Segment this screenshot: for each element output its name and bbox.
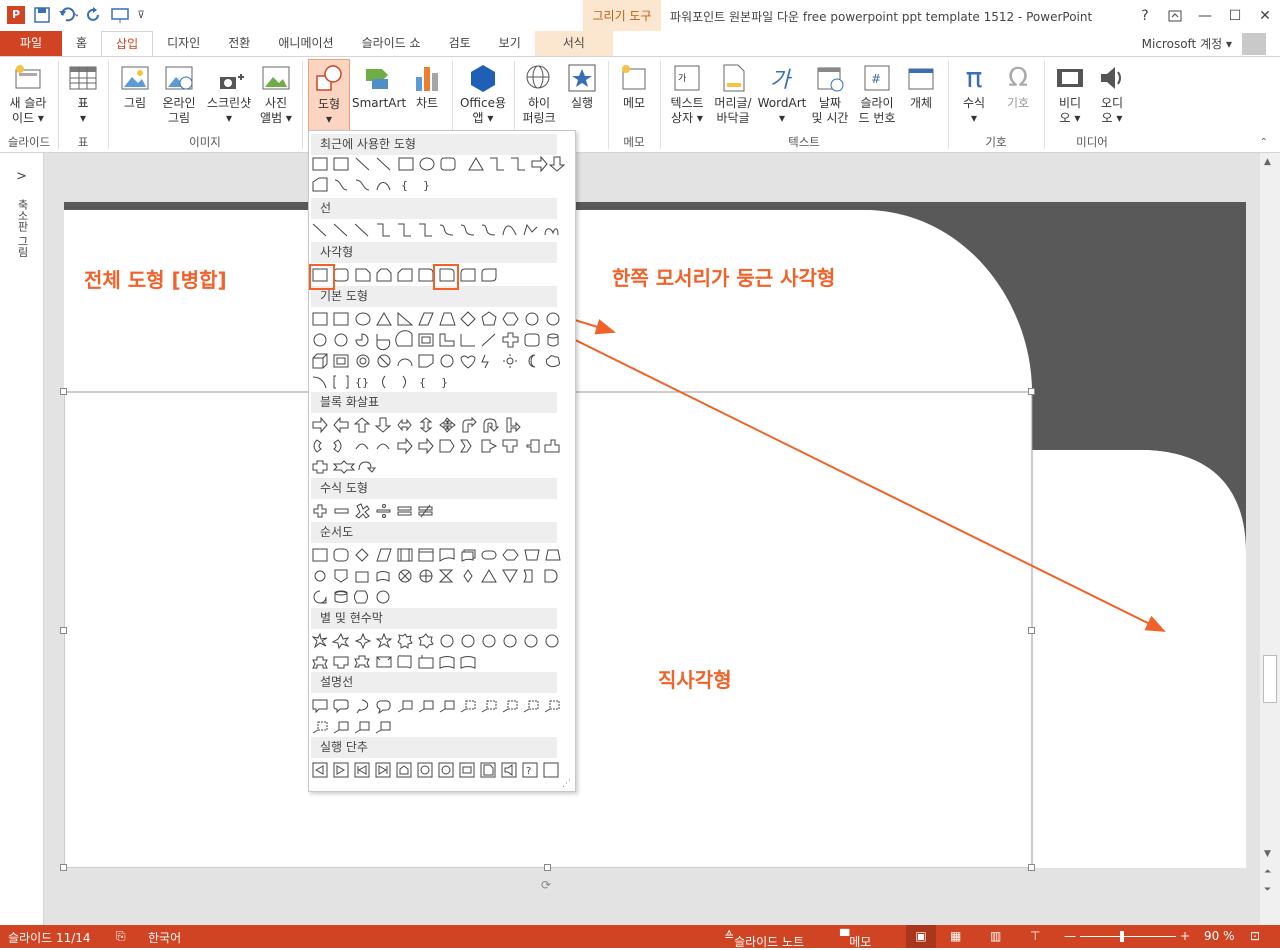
highlight-rounded-corner-shape — [433, 264, 459, 290]
comments-toggle[interactable]: ▀ 메모 — [840, 929, 871, 949]
scroll-down-icon[interactable]: ▼ — [1264, 849, 1271, 859]
shape-icons: {} {} {} ? — [311, 155, 566, 778]
notes-toggle[interactable]: ≙ 슬라이드 노트 — [724, 929, 804, 949]
slide-sorter-icon[interactable]: ▦ — [950, 929, 961, 943]
svg-text:}: } — [423, 179, 430, 192]
notes-label: 슬라이드 노트 — [734, 935, 805, 949]
svg-text:{: { — [401, 179, 408, 192]
svg-text:{}: {} — [355, 376, 369, 389]
status-bar: 슬라이드 11/14 ⎘ 한국어 ≙ 슬라이드 노트 ▀ 메모 ▣ ▦ ▥ ⊤ … — [0, 925, 1280, 949]
zoom-level[interactable]: 90 % — [1204, 929, 1235, 943]
zoom-in-icon[interactable]: + — [1180, 929, 1190, 943]
resize-grip-icon[interactable]: ⋰ — [562, 779, 571, 789]
reading-view-icon[interactable]: ▥ — [990, 929, 1001, 943]
slide-counter: 슬라이드 11/14 — [8, 931, 91, 945]
slideshow-view-icon[interactable]: ⊤ — [1030, 929, 1040, 943]
normal-view-icon[interactable]: ▣ — [906, 925, 936, 948]
spellcheck-icon[interactable]: ⎘ — [116, 929, 126, 944]
svg-text:}: } — [441, 376, 448, 389]
annotation-arrows — [469, 287, 1166, 632]
zoom-slider[interactable] — [1080, 936, 1176, 937]
fit-to-window-icon[interactable]: ⊡ — [1250, 929, 1260, 943]
language-indicator[interactable]: 한국어 — [148, 929, 181, 946]
svg-text:?: ? — [526, 766, 531, 777]
comments-label: 메모 — [849, 935, 872, 949]
scroll-thumb[interactable] — [1263, 655, 1277, 703]
shapes-gallery-dropdown[interactable]: 최근에 사용한 도형 선 사각형 기본 도형 블록 화살표 수식 도형 순서도 … — [308, 130, 576, 792]
zoom-out-icon[interactable]: — — [1064, 929, 1076, 943]
zoom-slider-thumb[interactable] — [1120, 931, 1124, 942]
highlight-rectangle-shape — [309, 264, 335, 290]
scroll-up-icon[interactable]: ▲ — [1264, 157, 1271, 167]
vertical-scrollbar[interactable]: ▲ ▼ ⏶ ⏷ — [1260, 153, 1280, 925]
svg-text:{: { — [419, 376, 426, 389]
previous-slide-icon[interactable]: ⏶ — [1264, 867, 1271, 877]
next-slide-icon[interactable]: ⏷ — [1264, 885, 1271, 895]
